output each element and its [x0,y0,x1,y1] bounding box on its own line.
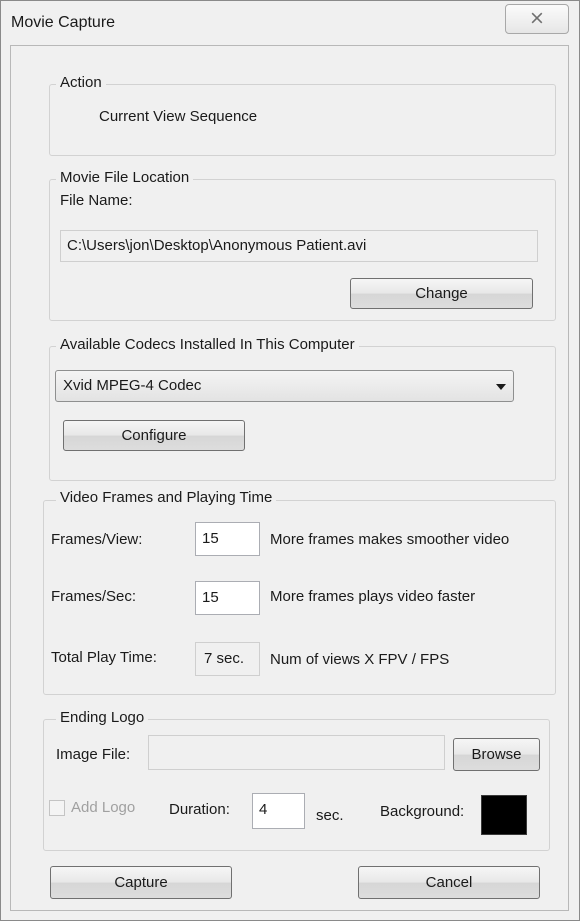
dropdown-arrow-icon [496,384,506,390]
file-location-legend: Movie File Location [56,169,194,186]
codecs-group [49,346,556,481]
file-path-value: C:\Users\jon\Desktop\Anonymous Patient.a… [67,237,367,254]
frames-per-view-input[interactable]: 15 [195,522,260,556]
action-value: Current View Sequence [99,108,258,125]
background-label: Background: [380,803,465,820]
frames-per-view-value: 15 [202,530,219,547]
add-logo-checkbox[interactable] [49,800,65,816]
frames-per-sec-value: 15 [202,589,219,606]
image-file-label: Image File: [56,746,131,763]
file-path-field[interactable]: C:\Users\jon\Desktop\Anonymous Patient.a… [60,230,538,262]
image-file-field[interactable] [148,735,445,770]
configure-button[interactable]: Configure [63,420,245,451]
total-play-time-value: 7 sec. [204,650,245,667]
frames-per-view-hint: More frames makes smoother video [270,531,510,548]
title-bar: Movie Capture ⨯ [1,1,579,45]
browse-button[interactable]: Browse [453,738,540,771]
close-button[interactable]: ⨯ [505,4,569,34]
cancel-button[interactable]: Cancel [358,866,540,899]
codec-selected-value: Xvid MPEG-4 Codec [63,377,202,394]
total-play-time-hint: Num of views X FPV / FPS [270,651,450,668]
file-name-label: File Name: [60,192,133,209]
codec-select[interactable]: Xvid MPEG-4 Codec [55,370,514,402]
action-legend: Action [56,74,106,91]
duration-unit: sec. [316,807,344,824]
background-color-swatch[interactable] [481,795,527,835]
total-play-time-field: 7 sec. [195,642,260,676]
frames-per-view-label: Frames/View: [51,531,143,548]
duration-value: 4 [259,801,268,818]
total-play-time-label: Total Play Time: [51,649,157,666]
frames-per-sec-input[interactable]: 15 [195,581,260,615]
add-logo-label: Add Logo [71,799,136,816]
ending-logo-legend: Ending Logo [56,709,149,726]
change-button[interactable]: Change [350,278,533,309]
frames-per-sec-label: Frames/Sec: [51,588,137,605]
duration-input[interactable]: 4 [252,793,305,829]
window-title: Movie Capture [11,14,116,31]
capture-button[interactable]: Capture [50,866,232,899]
frames-per-sec-hint: More frames plays video faster [270,588,476,605]
duration-label: Duration: [169,801,230,818]
movie-capture-dialog: Movie Capture ⨯ Action Current View Sequ… [0,0,580,921]
video-frames-legend: Video Frames and Playing Time [56,489,277,506]
close-icon: ⨯ [529,7,545,29]
codecs-legend: Available Codecs Installed In This Compu… [56,336,359,353]
